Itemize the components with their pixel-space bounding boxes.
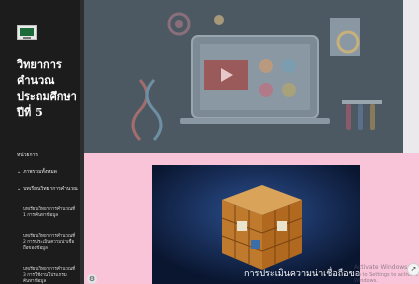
banner-scroll-strip (403, 0, 419, 153)
activate-windows-title: Activate Windows (354, 264, 408, 271)
main-content: การประเมินความน่าเชื่อถือของข้อมูล Activ… (84, 0, 419, 284)
course-logo-icon[interactable] (17, 25, 37, 40)
sidebar-item-label: บทเรียนวิทยาการคำนวณ (23, 186, 78, 192)
sidebar-lesson-3[interactable]: บทเรียนวิทยาการคำนวณที่ 3 การใช้งานโปรแก… (23, 267, 78, 284)
sidebar-item-unit[interactable]: ⌄ บทเรียนวิทยาการคำนวณ (17, 186, 78, 193)
course-sidebar: วิทยาการ คำนวณ ประถมศึกษา ปีที่ 5 หน่วยก… (0, 0, 84, 284)
gear-icon[interactable]: ⚙ (87, 274, 97, 284)
sidebar-lesson-1[interactable]: บทเรียนวิทยาการคำนวณที่ 1 การค้นหาข้อมูล (23, 207, 78, 219)
lesson-video-thumbnail[interactable]: การประเมินความน่าเชื่อถือของข้อมูล (152, 165, 360, 284)
chevron-down-icon: ⌄ (17, 169, 22, 175)
sidebar-section-units[interactable]: หน่วยการ (17, 152, 38, 159)
course-banner-image (84, 0, 403, 153)
video-caption: การประเมินความน่าเชื่อถือของข้อมูล (244, 269, 360, 279)
sidebar-lesson-2[interactable]: บทเรียนวิทยาการคำนวณที่ 2 การประเมินความ… (23, 234, 78, 252)
sidebar-item-overview[interactable]: ⌄ ภาพรวมทั้งหมด (17, 169, 57, 176)
scroll-arrow-icon[interactable]: ➚ (407, 263, 419, 276)
sidebar-item-label: ภาพรวมทั้งหมด (23, 169, 57, 175)
chevron-down-icon: ⌄ (17, 186, 22, 192)
course-title[interactable]: วิทยาการ คำนวณ ประถมศึกษา ปีที่ 5 (17, 57, 79, 121)
